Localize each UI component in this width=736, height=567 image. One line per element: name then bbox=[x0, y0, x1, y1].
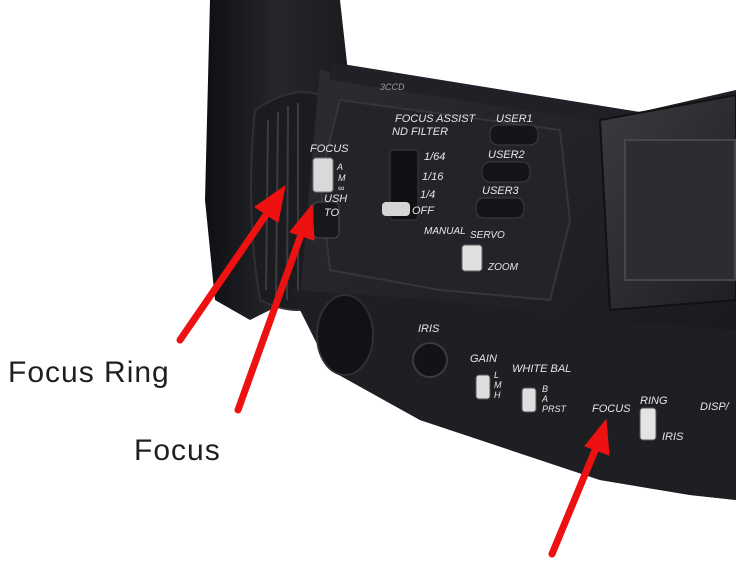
white-bal-label: WHITE BAL bbox=[512, 363, 571, 375]
brand-mark: 3CCD bbox=[380, 82, 405, 92]
ring-focus-label: FOCUS bbox=[592, 403, 631, 415]
user3-button bbox=[475, 197, 525, 219]
focus-a-label: A bbox=[336, 162, 343, 172]
focus-assist-label: FOCUS ASSIST bbox=[395, 113, 477, 125]
nd-1-16: 1/16 bbox=[422, 171, 444, 183]
wb-a: A bbox=[541, 394, 548, 404]
gain-h: H bbox=[494, 390, 501, 400]
focus-annotation: Focus bbox=[134, 434, 221, 467]
nd-off: OFF bbox=[412, 205, 435, 217]
camcorder-illustration: 3CCD FOCUS ASSIST ND FILTER FOCUS A M ∞ … bbox=[176, 0, 736, 558]
ring-label: RING bbox=[640, 395, 668, 407]
iris-button bbox=[412, 342, 448, 378]
servo-label: SERVO bbox=[470, 230, 505, 241]
iris-label: IRIS bbox=[418, 323, 440, 335]
gain-switch bbox=[475, 374, 491, 400]
zoom-label: ZOOM bbox=[487, 262, 519, 273]
lcd-panel bbox=[624, 139, 736, 281]
focus-ring-annotation: Focus Ring bbox=[8, 356, 170, 389]
push-label-1: USH bbox=[324, 193, 347, 205]
user2-label: USER2 bbox=[488, 149, 525, 161]
user1-label: USER1 bbox=[496, 113, 533, 125]
user1-button bbox=[489, 124, 539, 146]
ring-iris-label: IRIS bbox=[662, 431, 684, 443]
gain-label: GAIN bbox=[470, 353, 497, 365]
focus-switch bbox=[312, 157, 334, 193]
manual-label: MANUAL bbox=[424, 226, 466, 237]
gain-m: M bbox=[494, 380, 502, 390]
user3-label: USER3 bbox=[482, 185, 520, 197]
gain-l: L bbox=[494, 370, 499, 380]
focus-m-label: M bbox=[338, 173, 346, 183]
ring-switch bbox=[639, 407, 657, 441]
nd-1-4: 1/4 bbox=[420, 189, 435, 201]
wb-prst: PRST bbox=[542, 404, 568, 414]
nd-1-64: 1/64 bbox=[424, 151, 445, 163]
nd-filter-knob bbox=[382, 202, 410, 216]
white-bal-switch bbox=[521, 387, 537, 413]
nd-filter-label: ND FILTER bbox=[392, 126, 448, 138]
camera-photo: 3CCD FOCUS ASSIST ND FILTER FOCUS A M ∞ … bbox=[0, 0, 736, 562]
user2-button bbox=[481, 161, 531, 183]
focus-switch-label: FOCUS bbox=[310, 143, 349, 155]
focus-inf-label: ∞ bbox=[338, 183, 344, 193]
zoom-wheel bbox=[316, 294, 374, 376]
servo-switch bbox=[461, 244, 483, 272]
disp-label: DISP/ bbox=[700, 401, 730, 413]
push-label-2: TO bbox=[324, 207, 340, 219]
wb-b: B bbox=[542, 384, 548, 394]
